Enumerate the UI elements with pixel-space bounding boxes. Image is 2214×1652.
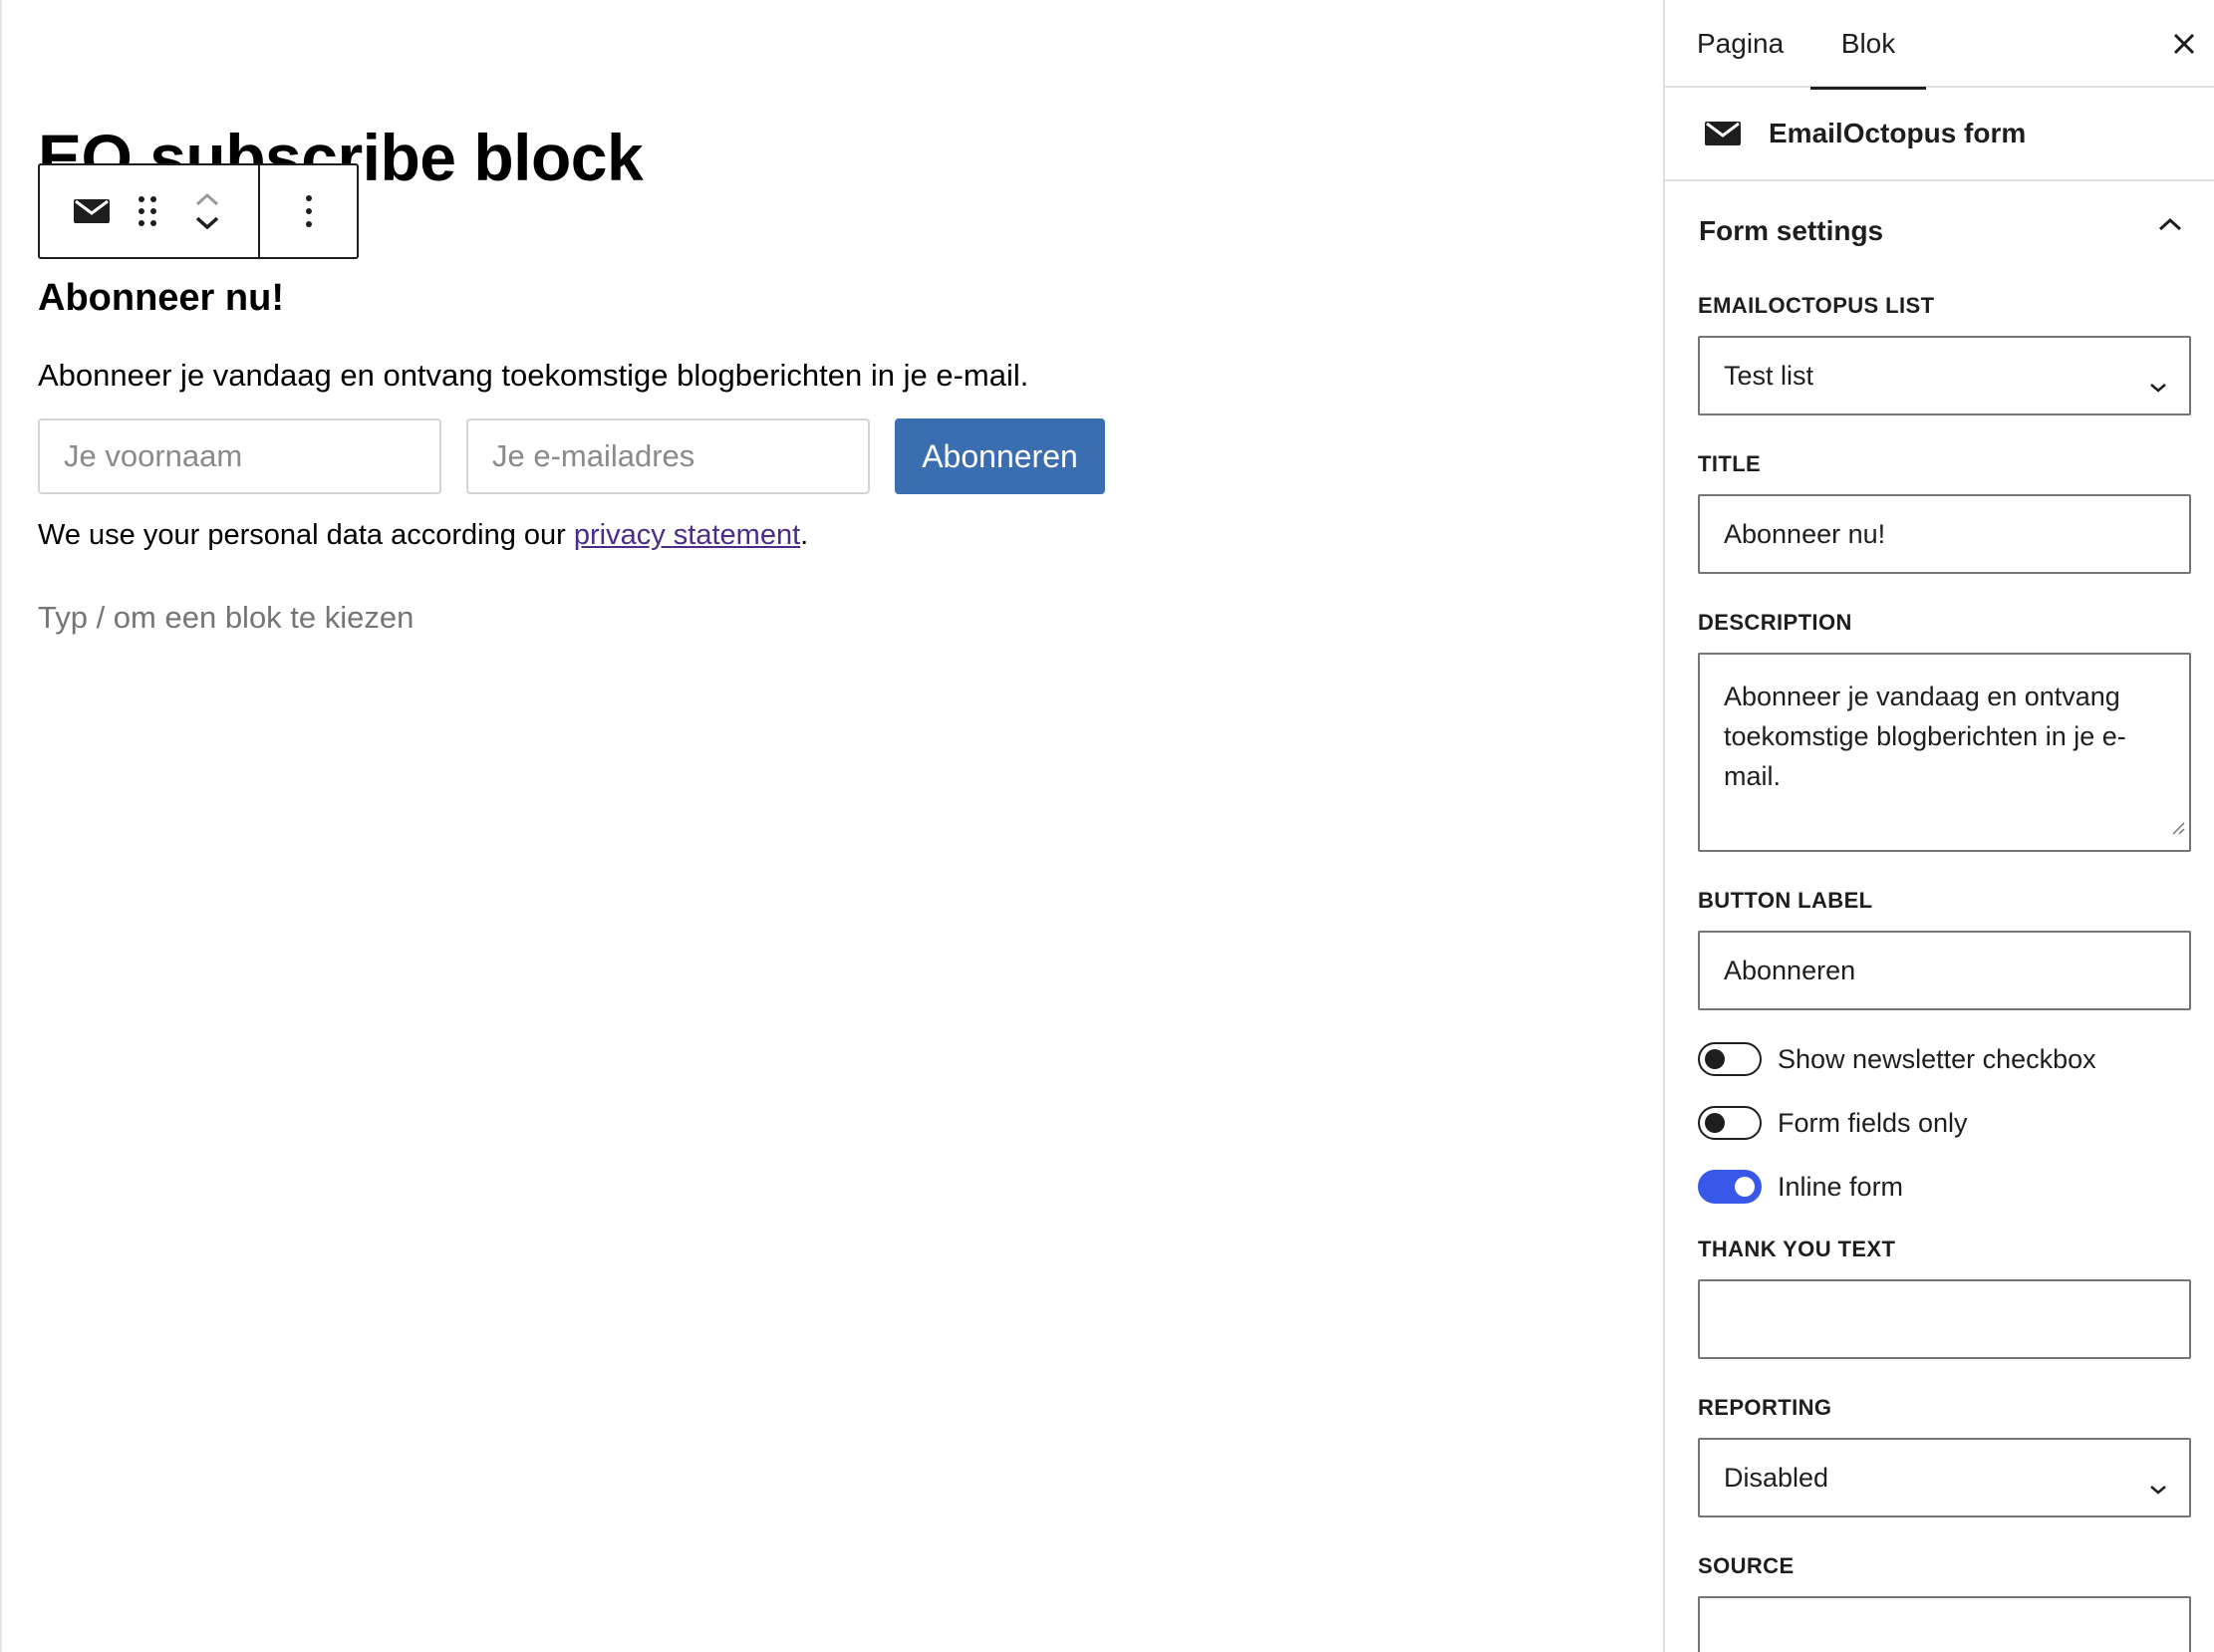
newsletter-checkbox-toggle[interactable]: Show newsletter checkbox: [1698, 1039, 2096, 1079]
reporting-label: REPORTING: [1698, 1395, 1832, 1420]
subscribe-button[interactable]: Abonneren: [895, 418, 1105, 494]
source-field[interactable]: [1698, 1596, 2191, 1652]
button-label-field-value: Abonneren: [1724, 955, 1856, 985]
chevron-up-icon[interactable]: [195, 192, 219, 206]
tab-blok[interactable]: Blok: [1810, 0, 1926, 90]
toggle-label: Form fields only: [1778, 1107, 1968, 1138]
form-description: Abonneer je vandaag en ontvang toekomsti…: [38, 358, 1029, 393]
toggle-switch-on[interactable]: [1698, 1170, 1762, 1204]
toggle-switch-off[interactable]: [1698, 1042, 1762, 1076]
editor-canvas: EO subscribe block Abonneer nu! Abonneer…: [0, 0, 1663, 1652]
block-mover: [195, 192, 219, 230]
panel-title: Form settings: [1699, 215, 1884, 246]
envelope-icon: [1705, 120, 1741, 147]
block-appender[interactable]: Typ / om een blok te kiezen: [38, 596, 414, 640]
privacy-prefix: We use your personal data according our: [38, 519, 574, 551]
chevron-up-icon: [2158, 217, 2182, 236]
button-label-field[interactable]: Abonneren: [1698, 931, 2191, 1010]
first-name-field[interactable]: Je voornaam: [38, 418, 441, 494]
chevron-down-icon: [2149, 1472, 2167, 1503]
block-card: EmailOctopus form: [1665, 88, 2214, 181]
email-field[interactable]: Je e-mailadres: [466, 418, 870, 494]
description-label: DESCRIPTION: [1698, 610, 1852, 635]
toggle-label: Inline form: [1778, 1171, 1904, 1202]
reporting-select[interactable]: Disabled: [1698, 1438, 2191, 1517]
form-settings-panel-toggle[interactable]: Form settings: [1665, 181, 2214, 281]
list-select-value: Test list: [1724, 360, 1814, 391]
toolbar-group-options: [260, 165, 357, 257]
privacy-notice: We use your personal data according our …: [38, 514, 808, 556]
close-icon[interactable]: [2166, 26, 2202, 62]
reporting-select-value: Disabled: [1724, 1462, 1829, 1493]
block-name: EmailOctopus form: [1769, 118, 2027, 148]
title-field[interactable]: Abonneer nu!: [1698, 494, 2191, 574]
first-name-placeholder: Je voornaam: [64, 438, 243, 473]
privacy-statement-link[interactable]: privacy statement: [574, 519, 800, 551]
list-label: EMAILOCTOPUS LIST: [1698, 293, 1935, 318]
inline-form-toggle[interactable]: Inline form: [1698, 1167, 1903, 1207]
description-textarea-value: Abonneer je vandaag en ontvang toekomsti…: [1724, 682, 2126, 791]
source-label: SOURCE: [1698, 1553, 1795, 1578]
list-select[interactable]: Test list: [1698, 336, 2191, 415]
sidebar-tabs: Pagina Blok: [1665, 0, 2214, 90]
email-placeholder: Je e-mailadres: [492, 438, 695, 473]
drag-handle-icon[interactable]: [136, 193, 159, 229]
thank-you-field[interactable]: [1698, 1279, 2191, 1359]
resize-grip-icon[interactable]: [2169, 806, 2185, 846]
toggle-label: Show newsletter checkbox: [1778, 1043, 2096, 1074]
settings-sidebar: Pagina Blok EmailOctopus form Form setti…: [1663, 0, 2214, 1652]
toolbar-group-main: [40, 165, 260, 257]
form-title: Abonneer nu!: [38, 277, 284, 319]
thank-you-label: THANK YOU TEXT: [1698, 1237, 1896, 1261]
description-textarea[interactable]: Abonneer je vandaag en ontvang toekomsti…: [1698, 653, 2191, 852]
title-label: TITLE: [1698, 451, 1762, 476]
envelope-icon[interactable]: [74, 197, 110, 225]
chevron-down-icon[interactable]: [195, 216, 219, 230]
chevron-down-icon: [2149, 370, 2167, 401]
more-vertical-icon[interactable]: [304, 193, 314, 229]
privacy-suffix: .: [800, 519, 809, 551]
form-fields-only-toggle[interactable]: Form fields only: [1698, 1103, 1968, 1143]
toggle-switch-off[interactable]: [1698, 1106, 1762, 1140]
title-field-value: Abonneer nu!: [1724, 518, 1886, 549]
block-toolbar: [38, 163, 359, 259]
tab-pagina[interactable]: Pagina: [1697, 0, 1784, 88]
button-label-label: BUTTON LABEL: [1698, 888, 1873, 913]
